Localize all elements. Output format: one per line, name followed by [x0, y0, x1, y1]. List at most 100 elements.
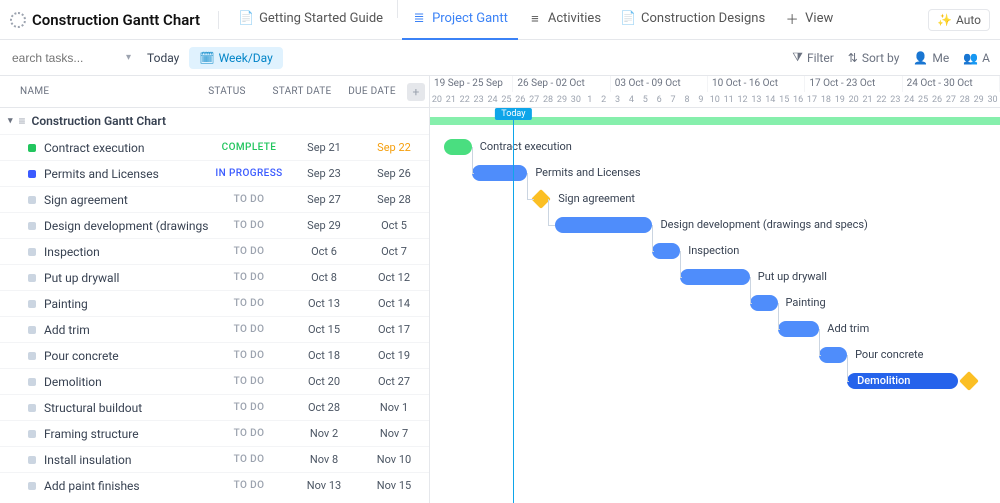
- table-row[interactable]: Structural buildout TO DO Oct 28 Nov 1: [0, 394, 429, 420]
- due-date[interactable]: Oct 27: [359, 375, 429, 388]
- col-start[interactable]: Start Date: [267, 86, 337, 97]
- gantt-bar[interactable]: [778, 321, 820, 337]
- due-date[interactable]: Sep 26: [359, 167, 429, 180]
- start-date[interactable]: Nov 13: [289, 479, 359, 492]
- due-date[interactable]: Oct 14: [359, 297, 429, 310]
- gantt-bar[interactable]: [472, 165, 528, 181]
- day-header: 28: [958, 92, 972, 108]
- table-row[interactable]: Put up drywall TO DO Oct 8 Oct 12: [0, 264, 429, 290]
- tab-getting-started-guide[interactable]: 📄 Getting Started Guide: [229, 0, 393, 40]
- status-badge[interactable]: TO DO: [209, 376, 289, 387]
- table-row[interactable]: Inspection TO DO Oct 6 Oct 7: [0, 238, 429, 264]
- status-badge[interactable]: TO DO: [209, 350, 289, 361]
- start-date[interactable]: Oct 20: [289, 375, 359, 388]
- status-badge[interactable]: IN PROGRESS: [209, 168, 289, 179]
- table-row[interactable]: Permits and Licenses IN PROGRESS Sep 23 …: [0, 160, 429, 186]
- add-column-button[interactable]: +: [407, 83, 425, 101]
- due-date[interactable]: Oct 17: [359, 323, 429, 336]
- status-badge[interactable]: TO DO: [209, 454, 289, 465]
- table-row[interactable]: Add trim TO DO Oct 15 Oct 17: [0, 316, 429, 342]
- table-row[interactable]: Pour concrete TO DO Oct 18 Oct 19: [0, 342, 429, 368]
- start-date[interactable]: Oct 15: [289, 323, 359, 336]
- due-date[interactable]: Nov 1: [359, 401, 429, 414]
- gantt-bar[interactable]: [819, 347, 847, 363]
- filter-button[interactable]: ⧩ Filter: [792, 50, 834, 65]
- due-date[interactable]: Oct 7: [359, 245, 429, 258]
- today-button[interactable]: Today: [147, 51, 179, 65]
- due-date[interactable]: Nov 7: [359, 427, 429, 440]
- list-icon: ≡: [19, 114, 26, 128]
- start-date[interactable]: Oct 28: [289, 401, 359, 414]
- filter-icon: ⧩: [792, 50, 803, 65]
- tab-view[interactable]: ＋ View: [775, 0, 843, 40]
- start-date[interactable]: Nov 2: [289, 427, 359, 440]
- due-date[interactable]: Oct 5: [359, 219, 429, 232]
- chevron-down-icon[interactable]: ▾: [126, 52, 131, 63]
- gantt-timeline[interactable]: 19 Sep - 25 Sep26 Sep - 02 Oct03 Oct - 0…: [430, 76, 1000, 503]
- start-date[interactable]: Oct 8: [289, 271, 359, 284]
- group-row[interactable]: ▾ ≡ Construction Gantt Chart: [0, 108, 429, 134]
- timeline-row: Design development (drawings and specs): [430, 212, 1000, 238]
- col-due[interactable]: Due Date: [337, 86, 407, 97]
- start-date[interactable]: Nov 8: [289, 453, 359, 466]
- gantt-bar[interactable]: [652, 243, 680, 259]
- search-input[interactable]: [10, 50, 120, 66]
- due-date[interactable]: Nov 15: [359, 479, 429, 492]
- tab-construction-designs[interactable]: 📄 Construction Designs: [611, 0, 775, 40]
- dependency-line: [778, 329, 780, 330]
- start-date[interactable]: Oct 13: [289, 297, 359, 310]
- status-badge[interactable]: TO DO: [209, 480, 289, 491]
- status-badge[interactable]: TO DO: [209, 298, 289, 309]
- gantt-bar[interactable]: [680, 269, 750, 285]
- table-row[interactable]: Add paint finishes TO DO Nov 13 Nov 15: [0, 472, 429, 498]
- timeline-body[interactable]: TodayContract executionPermits and Licen…: [430, 108, 1000, 503]
- tab-project-gantt[interactable]: ≣ Project Gantt: [402, 0, 518, 40]
- status-badge[interactable]: TO DO: [209, 324, 289, 335]
- start-date[interactable]: Oct 6: [289, 245, 359, 258]
- due-date[interactable]: Sep 22: [359, 141, 429, 154]
- assignee-filter-button[interactable]: 👥 A: [963, 51, 990, 65]
- gantt-bar[interactable]: [750, 295, 778, 311]
- status-badge[interactable]: TO DO: [209, 402, 289, 413]
- sort-button[interactable]: ⇅ Sort by: [848, 51, 900, 65]
- status-badge[interactable]: TO DO: [209, 194, 289, 205]
- status-badge[interactable]: TO DO: [209, 246, 289, 257]
- table-row[interactable]: Sign agreement TO DO Sep 27 Sep 28: [0, 186, 429, 212]
- start-date[interactable]: Oct 18: [289, 349, 359, 362]
- day-header: 2: [597, 92, 611, 108]
- day-header: 26: [930, 92, 944, 108]
- range-toggle[interactable]: 🗓 Week/Day: [189, 47, 282, 69]
- me-filter-button[interactable]: 👤 Me: [913, 51, 949, 65]
- tab-activities[interactable]: ≡ Activities: [518, 0, 611, 40]
- status-badge[interactable]: TO DO: [209, 272, 289, 283]
- automation-button[interactable]: ✨ Auto: [928, 9, 990, 31]
- start-date[interactable]: Sep 29: [289, 219, 359, 232]
- gantt-bar[interactable]: [555, 217, 652, 233]
- status-badge[interactable]: TO DO: [209, 220, 289, 231]
- gantt-bar[interactable]: [444, 139, 472, 155]
- table-row[interactable]: Demolition TO DO Oct 20 Oct 27: [0, 368, 429, 394]
- due-date[interactable]: Oct 19: [359, 349, 429, 362]
- table-row[interactable]: Install insulation TO DO Nov 8 Nov 10: [0, 446, 429, 472]
- start-date[interactable]: Sep 23: [289, 167, 359, 180]
- table-row[interactable]: Painting TO DO Oct 13 Oct 14: [0, 290, 429, 316]
- milestone-bar[interactable]: [959, 371, 979, 391]
- collapse-icon[interactable]: ▾: [8, 116, 13, 126]
- task-name: Pour concrete: [44, 349, 119, 363]
- timeline-row: [430, 394, 1000, 420]
- table-row[interactable]: Contract execution COMPLETE Sep 21 Sep 2…: [0, 134, 429, 160]
- due-date[interactable]: Nov 10: [359, 453, 429, 466]
- due-date[interactable]: Sep 28: [359, 193, 429, 206]
- start-date[interactable]: Sep 21: [289, 141, 359, 154]
- due-date[interactable]: Oct 12: [359, 271, 429, 284]
- table-row[interactable]: Framing structure TO DO Nov 2 Nov 7: [0, 420, 429, 446]
- col-name[interactable]: NAME: [0, 86, 187, 97]
- bar-label: Painting: [786, 295, 826, 311]
- timeline-row: [430, 446, 1000, 472]
- day-header: 1: [583, 92, 597, 108]
- status-badge[interactable]: COMPLETE: [209, 142, 289, 153]
- status-badge[interactable]: TO DO: [209, 428, 289, 439]
- start-date[interactable]: Sep 27: [289, 193, 359, 206]
- col-status[interactable]: Status: [187, 86, 267, 97]
- table-row[interactable]: Design development (drawings an... TO DO…: [0, 212, 429, 238]
